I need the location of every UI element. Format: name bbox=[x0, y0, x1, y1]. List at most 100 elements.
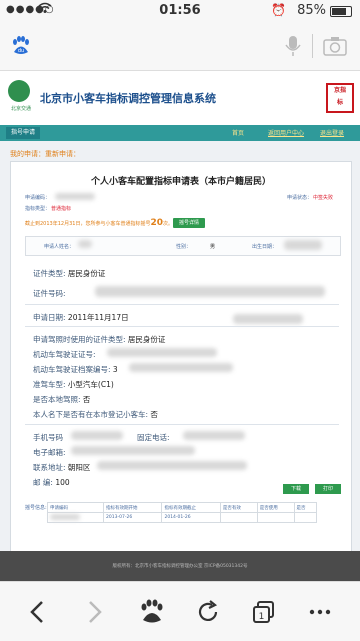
nav-link-logout[interactable]: 退出登录 bbox=[320, 128, 344, 137]
logo-text: 北京交通 bbox=[10, 106, 31, 112]
deadline-count: 20 bbox=[150, 218, 163, 228]
seal-line-1: 京指 bbox=[333, 87, 346, 94]
status-value: 中签失败 bbox=[313, 195, 334, 201]
table-cell: 2014-01-26 bbox=[161, 512, 221, 523]
redacted-email bbox=[71, 446, 195, 455]
table-cell: 2013-07-26 bbox=[103, 512, 163, 523]
browser-toolbar: 1 bbox=[0, 581, 360, 641]
license-file-value: 3 bbox=[112, 365, 118, 374]
forward-button[interactable] bbox=[76, 594, 112, 630]
divider bbox=[25, 326, 339, 327]
microphone-icon[interactable] bbox=[283, 34, 303, 58]
license-file-row: 机动车驾驶证档案编号: 3 bbox=[33, 364, 118, 375]
redacted-license-file bbox=[129, 363, 233, 372]
redacted-address bbox=[97, 461, 247, 470]
registered-car-value: 否 bbox=[150, 410, 158, 419]
indicator-type-label: 指标类型： bbox=[25, 206, 51, 212]
postcode-value: 100 bbox=[55, 478, 70, 487]
table-header-cell: 指标有效期截止 bbox=[161, 502, 221, 513]
menu-button[interactable] bbox=[302, 594, 338, 630]
phone-label: 手机号码 bbox=[33, 433, 63, 442]
divider bbox=[25, 304, 339, 305]
applicant-name-label: 申请人姓名： bbox=[44, 244, 75, 250]
table-header-cell: 指标有效期开始 bbox=[103, 502, 163, 513]
apply-code-label: 申请编码： bbox=[25, 195, 51, 201]
seal-line-2: 标 bbox=[336, 99, 343, 106]
applicant-row: 申请人姓名： 性别： 男 出生日期： bbox=[25, 236, 341, 256]
webpage: 北京交通 北京市小客车指标调控管理信息系统 京指 标 指号申请 首页 返回用户中… bbox=[0, 71, 360, 581]
site-title: 北京市小客车指标调控管理信息系统 bbox=[40, 92, 216, 105]
registered-car-row: 本人名下是否有在本市登记小客车: 否 bbox=[33, 409, 158, 420]
tabs-button[interactable]: 1 bbox=[246, 594, 282, 630]
license-id-type-value: 居民身份证 bbox=[127, 335, 166, 344]
lottery-history-table: 申请编码 指标有效期开始 指标有效期截止 是否有效 是否使用 是否 2013-0… bbox=[46, 502, 318, 523]
table-header-cell: 是否有效 bbox=[219, 502, 258, 513]
svg-text:du: du bbox=[18, 48, 24, 54]
baidu-home-button[interactable] bbox=[134, 594, 170, 630]
svg-text:1: 1 bbox=[259, 612, 265, 622]
nav-link-home[interactable]: 首页 bbox=[232, 128, 244, 137]
redacted-area bbox=[233, 314, 303, 324]
vehicle-class-row: 准驾车型: 小型汽车(C1) bbox=[33, 379, 114, 390]
battery-icon bbox=[330, 6, 352, 17]
deadline-note-suffix: 次。 bbox=[162, 221, 173, 227]
lottery-detail-button[interactable]: 摇号详情 bbox=[173, 218, 206, 228]
gender-value: 男 bbox=[210, 244, 216, 250]
footer-text: 版权所有：北京市小客车指标调控管理办公室 京ICP备05031342号 bbox=[112, 564, 248, 569]
local-license-label: 是否本地驾照: bbox=[33, 395, 81, 404]
address-label: 联系地址: bbox=[33, 463, 66, 472]
table-cell bbox=[46, 512, 105, 523]
table-header-cell: 是否 bbox=[293, 502, 318, 513]
tab-apply[interactable]: 指号申请 bbox=[6, 127, 41, 139]
birth-label: 出生日期： bbox=[252, 244, 278, 250]
refresh-button[interactable] bbox=[190, 594, 226, 630]
local-license-value: 否 bbox=[82, 395, 91, 404]
apply-date-row: 申请日期: 2011年11月17日 bbox=[33, 312, 129, 323]
browser-search-bar[interactable]: du bbox=[0, 22, 360, 71]
table-header-cell: 申请编码 bbox=[46, 502, 105, 513]
beijing-transport-logo bbox=[8, 80, 30, 102]
redacted-landline bbox=[183, 431, 245, 440]
license-id-type-label: 申请驾照时使用的证件类型: bbox=[33, 335, 126, 344]
baidu-paw-icon[interactable]: du bbox=[10, 36, 32, 56]
license-id-type-row: 申请驾照时使用的证件类型: 居民身份证 bbox=[33, 334, 165, 345]
redacted-license-number bbox=[107, 348, 217, 357]
alarm-icon: ⏰ bbox=[271, 3, 286, 17]
table-cell bbox=[219, 512, 258, 523]
history-label: 摇号信息: bbox=[25, 505, 47, 511]
back-button[interactable] bbox=[20, 594, 56, 630]
gender-label: 性别： bbox=[176, 244, 192, 250]
status-label: 申请状态： bbox=[287, 195, 313, 201]
seal-logo: 京指 标 bbox=[326, 83, 354, 113]
postcode-label: 邮 编: bbox=[33, 478, 53, 487]
id-type-label: 证件类型: bbox=[33, 269, 66, 278]
address-row: 联系地址: 朝阳区 bbox=[33, 462, 90, 473]
id-type-value: 居民身份证 bbox=[67, 269, 106, 278]
site-header: 北京交通 北京市小客车指标调控管理信息系统 京指 标 bbox=[0, 71, 360, 125]
download-button[interactable]: 下载 bbox=[283, 484, 309, 494]
registered-car-label: 本人名下是否有在本市登记小客车: bbox=[33, 410, 149, 419]
redacted-apply-code bbox=[55, 193, 95, 200]
nav-link-user-center[interactable]: 返回用户中心 bbox=[268, 128, 304, 137]
local-license-row: 是否本地驾照: 否 bbox=[33, 394, 90, 405]
camera-icon[interactable] bbox=[322, 35, 348, 57]
table-cell bbox=[256, 512, 295, 523]
table-cell bbox=[293, 512, 318, 523]
divider bbox=[312, 34, 313, 58]
deadline-note-prefix: 截止到2013年12月31日，您所参与小客车普通指标摇号 bbox=[25, 221, 151, 227]
vehicle-class-label: 准驾车型: bbox=[33, 380, 66, 389]
table-header-row: 申请编码 指标有效期开始 指标有效期截止 是否有效 是否使用 是否 bbox=[46, 502, 318, 513]
apply-date-label: 申请日期: bbox=[33, 313, 66, 322]
indicator-type-value: 普通指标 bbox=[51, 206, 72, 212]
print-button[interactable]: 打印 bbox=[315, 484, 341, 494]
battery-percentage: 85% bbox=[297, 3, 326, 18]
email-label: 电子邮箱: bbox=[33, 448, 66, 457]
vehicle-class-value: 小型汽车(C1) bbox=[67, 380, 114, 389]
divider bbox=[25, 424, 339, 425]
apply-date-value: 2011年11月17日 bbox=[67, 313, 129, 322]
license-number-label: 机动车驾驶证证号: bbox=[33, 350, 96, 359]
landline-label: 固定电话: bbox=[137, 433, 170, 442]
site-footer: 版权所有：北京市小客车指标调控管理办公室 京ICP备05031342号 bbox=[0, 551, 360, 581]
status-bar: ●●●●○ 01:56 ⏰ 85% bbox=[0, 0, 360, 22]
application-form: 个人小客车配置指标申请表（本市户籍居民） 申请编码： 指标类型： 普通指标 申请… bbox=[10, 161, 352, 555]
